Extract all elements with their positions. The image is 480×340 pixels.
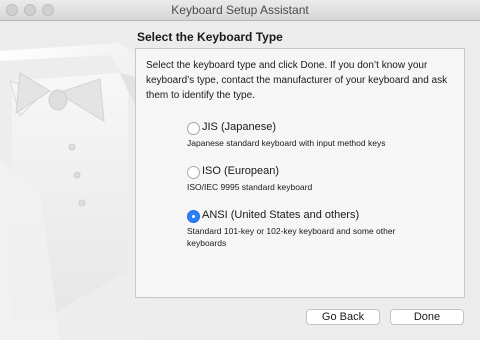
done-button[interactable]: Done <box>390 309 464 325</box>
jis-option-description: Japanese standard keyboard with input me… <box>187 138 386 148</box>
jis-radio-button[interactable] <box>187 122 200 135</box>
instructions-text: Select the keyboard type and click Done.… <box>146 60 448 101</box>
iso-radio-button[interactable] <box>187 166 200 179</box>
title-bar[interactable]: Keyboard Setup Assistant <box>0 0 480 21</box>
tuxedo-illustration <box>0 43 150 340</box>
iso-option-label[interactable]: ISO (European) <box>202 165 279 177</box>
window-title: Keyboard Setup Assistant <box>171 3 309 17</box>
page-heading: Select the Keyboard Type <box>137 30 283 44</box>
jis-option-label[interactable]: JIS (Japanese) <box>202 121 276 133</box>
iso-option-description: ISO/IEC 9995 standard keyboard <box>187 182 313 192</box>
ansi-option-description: Standard 101-key or 102-key keyboard and… <box>187 226 396 248</box>
keyboard-setup-window: Keyboard Setup Assistant Select the Keyb… <box>0 0 480 340</box>
ansi-radio-button[interactable] <box>187 210 200 223</box>
ansi-option-label[interactable]: ANSI (United States and others) <box>202 209 359 221</box>
go-back-button[interactable]: Go Back <box>306 309 380 325</box>
